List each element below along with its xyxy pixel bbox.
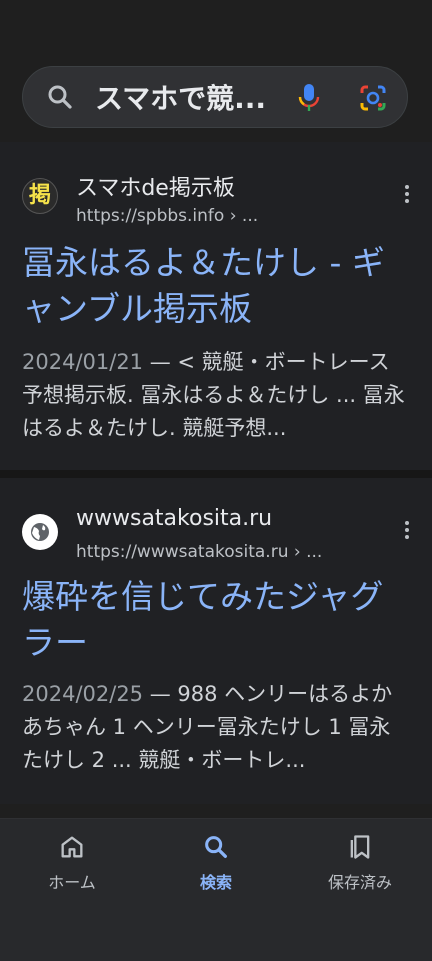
result-divider <box>0 470 432 478</box>
globe-icon <box>22 514 58 550</box>
result-date: 2024/02/25 <box>22 682 144 706</box>
bottom-navigation: ホーム 検索 保存済み <box>0 818 432 961</box>
site-url: https://wwwsatakosita.ru › ... <box>76 542 323 562</box>
result-title[interactable]: 爆砕を信じてみたジャグラー <box>22 574 410 666</box>
search-results: 掲 スマホde掲示板 https://spbbs.info › ... 冨永はる… <box>0 142 432 804</box>
site-name: wwwsatakosita.ru <box>76 506 273 531</box>
search-icon[interactable] <box>45 82 75 112</box>
more-options-icon[interactable] <box>402 518 412 546</box>
saved-icon <box>346 833 374 861</box>
search-query[interactable]: スマホで競... <box>95 77 265 117</box>
site-favicon: 掲 <box>22 178 58 214</box>
result-date: 2024/01/21 <box>22 350 144 374</box>
result-card[interactable]: 掲 スマホde掲示板 https://spbbs.info › ... 冨永はる… <box>0 142 432 470</box>
nav-home[interactable]: ホーム <box>12 833 132 903</box>
result-snippet: 2024/01/21 — < 競艇・ボートレース予想掲示板. 冨永はるよ＆たけし… <box>22 350 405 440</box>
home-icon <box>58 833 86 861</box>
nav-search-label: 検索 <box>199 873 232 892</box>
result-snippet: 2024/02/25 — 988 ヘンリーはるよかあちゃん 1 ヘンリー冨永たけ… <box>22 682 393 772</box>
result-title[interactable]: 冨永はるよ＆たけし - ギャンブル掲示板 <box>22 240 410 332</box>
site-name: スマホde掲示板 <box>76 176 235 201</box>
result-card[interactable]: wwwsatakosita.ru https://wwwsatakosita.r… <box>0 478 432 804</box>
nav-search[interactable]: 検索 <box>156 833 276 903</box>
search-box[interactable]: スマホで競... <box>22 66 408 128</box>
site-url: https://spbbs.info › ... <box>76 206 259 226</box>
lens-icon[interactable] <box>359 84 387 112</box>
nav-home-label: ホーム <box>48 873 96 892</box>
result-source[interactable]: wwwsatakosita.ru https://wwwsatakosita.r… <box>22 502 412 562</box>
mic-icon[interactable] <box>297 83 321 113</box>
result-source[interactable]: 掲 スマホde掲示板 https://spbbs.info › ... <box>22 166 412 226</box>
nav-saved-label: 保存済み <box>327 873 392 892</box>
search-icon <box>202 833 230 861</box>
more-options-icon[interactable] <box>402 182 412 210</box>
nav-saved[interactable]: 保存済み <box>300 833 420 903</box>
top-bar: スマホで競... <box>0 0 432 142</box>
